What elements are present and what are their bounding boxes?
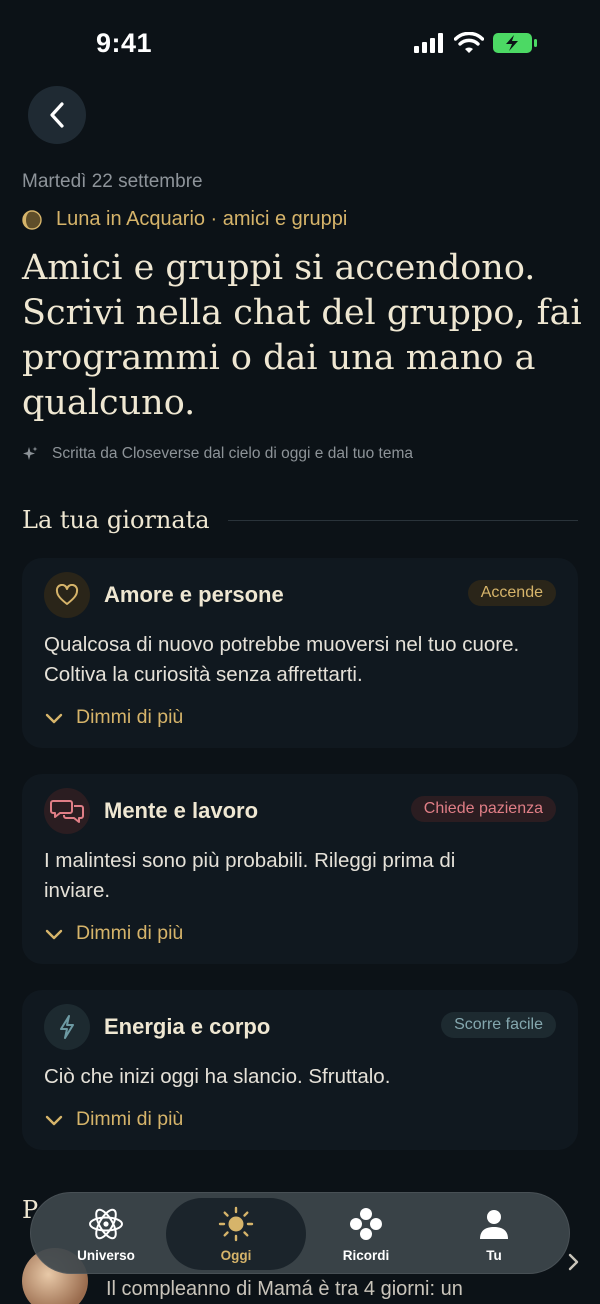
tab-bar: Universo Oggi Ricordi Tu (30, 1192, 570, 1274)
battery-charging-icon (493, 33, 537, 53)
chat-bubbles-icon (50, 800, 84, 823)
card-mind-badge: Chiede pazienza (410, 796, 556, 822)
section-divider (227, 519, 578, 521)
tab-universo[interactable]: Universo (41, 1193, 171, 1275)
chevron-down-icon (45, 713, 63, 723)
card-love-more-label: Dimmi di più (76, 706, 184, 728)
status-icons (414, 32, 538, 54)
card-mind-more-label: Dimmi di più (76, 922, 184, 944)
card-love[interactable]: Amore e persone Accende Qualcosa di nuov… (22, 558, 578, 748)
card-energy-more-label: Dimmi di più (76, 1108, 184, 1130)
tab-tu[interactable]: Tu (429, 1193, 559, 1275)
sparkle-icon (23, 446, 38, 460)
chevron-left-icon (50, 102, 64, 128)
card-mind-icon-wrap (44, 788, 90, 834)
card-love-title: Amore e persone (104, 582, 284, 607)
section-title: La tua giornata (22, 506, 578, 534)
moon-sign-text: Luna in Acquario · amici e gruppi (56, 208, 348, 230)
card-energy[interactable]: Energia e corpo Scorre facile Ciò che in… (22, 990, 578, 1150)
moon-phase-icon (22, 209, 42, 230)
credit-line: Scritta da Closeverse dal cielo di oggi … (22, 445, 413, 463)
daily-headline: Amici e gruppi si accendono. Scrivi nell… (22, 248, 582, 423)
credit-text: Scritta da Closeverse dal cielo di oggi … (52, 445, 414, 462)
four-circles-icon (350, 1207, 382, 1240)
card-love-text: Qualcosa di nuovo potrebbe muoversi nel … (44, 633, 520, 686)
back-button[interactable] (28, 86, 86, 144)
date-label: Martedì 22 settembre (22, 171, 203, 192)
card-energy-more[interactable]: Dimmi di più (44, 1108, 183, 1131)
card-love-badge: Accende (467, 580, 556, 606)
wifi-icon (454, 32, 484, 53)
card-energy-text: Ciò che inizi oggi ha slancio. Sfruttalo… (44, 1065, 391, 1088)
cellular-signal-icon (414, 33, 443, 53)
card-energy-title: Energia e corpo (104, 1014, 271, 1039)
heart-icon (55, 584, 79, 605)
tab-ricordi-label: Ricordi (342, 1247, 390, 1263)
section-title-text: La tua giornata (22, 506, 210, 534)
chevron-right-icon[interactable] (566, 1252, 580, 1272)
lightning-icon (60, 1015, 74, 1039)
status-bar: 9:41 (0, 0, 600, 88)
tab-oggi-label: Oggi (220, 1247, 252, 1263)
tab-ricordi[interactable]: Ricordi (301, 1193, 431, 1275)
person-icon (480, 1209, 508, 1239)
card-love-icon-wrap (44, 572, 90, 618)
chevron-down-icon (45, 1115, 63, 1125)
tab-oggi[interactable]: Oggi (166, 1198, 306, 1270)
card-mind-text: I malintesi sono più probabili. Rileggi … (44, 849, 456, 902)
card-love-more[interactable]: Dimmi di più (44, 706, 183, 729)
card-mind-more[interactable]: Dimmi di più (44, 922, 183, 945)
moon-sign-line: Luna in Acquario · amici e gruppi (22, 208, 347, 231)
chevron-down-icon (45, 929, 63, 939)
birthday-reminder-text[interactable]: Il compleanno di Mamá è tra 4 giorni: un (106, 1278, 463, 1301)
atom-icon (89, 1208, 123, 1239)
card-mind-title: Mente e lavoro (104, 798, 259, 823)
sun-icon (218, 1206, 254, 1241)
card-energy-icon-wrap (44, 1004, 90, 1050)
status-time: 9:41 (96, 28, 153, 58)
tab-tu-label: Tu (486, 1247, 502, 1263)
card-mind[interactable]: Mente e lavoro Chiede pazienza I malinte… (22, 774, 578, 964)
card-energy-badge: Scorre facile (441, 1012, 556, 1038)
tab-universo-label: Universo (77, 1247, 135, 1263)
